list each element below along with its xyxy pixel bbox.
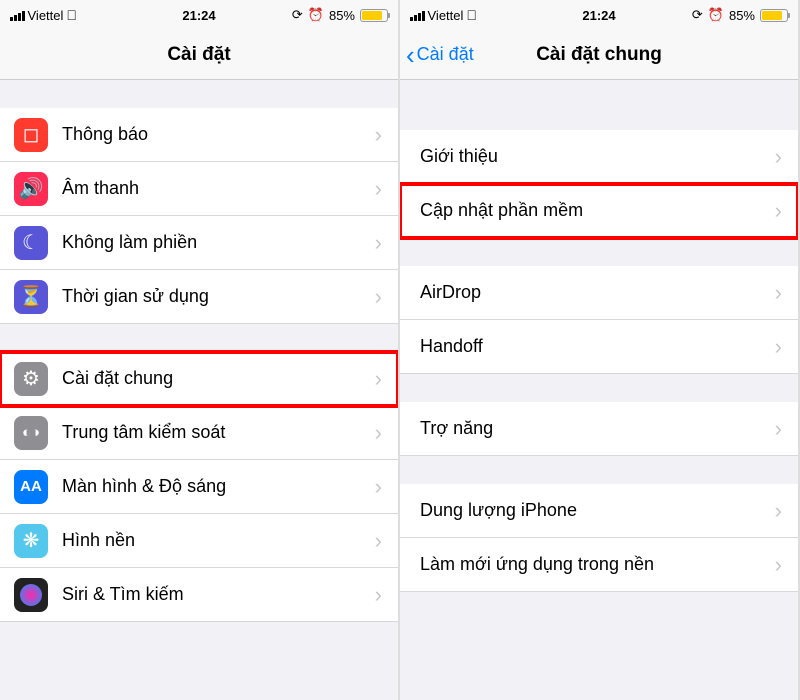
orientation-lock-icon: ⟳ xyxy=(292,7,303,23)
text-size-icon: AA xyxy=(14,470,48,504)
chevron-right-icon: › xyxy=(375,528,382,554)
chevron-right-icon: › xyxy=(775,144,782,170)
battery-percent: 85% xyxy=(729,8,755,23)
nav-header: Cài đặt xyxy=(0,30,398,80)
row-label: Trợ năng xyxy=(420,418,775,439)
row-general[interactable]: ⚙︎ Cài đặt chung › xyxy=(0,352,398,406)
chevron-right-icon: › xyxy=(775,198,782,224)
row-label: Thời gian sử dụng xyxy=(62,286,375,307)
row-label: Hình nền xyxy=(62,530,375,551)
row-handoff[interactable]: Handoff › xyxy=(400,320,798,374)
row-accessibility[interactable]: Trợ năng › xyxy=(400,402,798,456)
back-label: Cài đặt xyxy=(417,44,474,65)
hourglass-icon: ⏳ xyxy=(14,280,48,314)
sound-icon: 🔊 xyxy=(14,172,48,206)
chevron-right-icon: › xyxy=(775,552,782,578)
row-screentime[interactable]: ⏳ Thời gian sử dụng › xyxy=(0,270,398,324)
row-label: Siri & Tìm kiếm xyxy=(62,584,375,605)
row-label: Thông báo xyxy=(62,124,375,145)
chevron-right-icon: › xyxy=(375,284,382,310)
carrier-label: Viettel xyxy=(428,8,464,23)
chevron-right-icon: › xyxy=(375,582,382,608)
row-label: Cập nhật phần mềm xyxy=(420,200,775,221)
clock: 21:24 xyxy=(582,8,615,23)
row-label: Trung tâm kiểm soát xyxy=(62,422,375,443)
battery-icon xyxy=(360,9,388,22)
chevron-right-icon: › xyxy=(375,366,382,392)
alarm-icon: ⏰ xyxy=(708,7,724,23)
status-bar: Viettel 􀙇 21:24 ⟳ ⏰ 85% xyxy=(400,0,798,30)
battery-icon xyxy=(760,9,788,22)
row-airdrop[interactable]: AirDrop › xyxy=(400,266,798,320)
nav-header: ‹ Cài đặt Cài đặt chung xyxy=(400,30,798,80)
row-wallpaper[interactable]: ❋ Hình nền › xyxy=(0,514,398,568)
row-software-update[interactable]: Cập nhật phần mềm › xyxy=(400,184,798,238)
chevron-right-icon: › xyxy=(375,230,382,256)
chevron-right-icon: › xyxy=(775,280,782,306)
left-screenshot: Viettel 􀙇 21:24 ⟳ ⏰ 85% Cài đặt ◻︎ Thông… xyxy=(0,0,400,700)
battery-percent: 85% xyxy=(329,8,355,23)
row-label: Handoff xyxy=(420,336,775,357)
alarm-icon: ⏰ xyxy=(308,7,324,23)
row-about[interactable]: Giới thiệu › xyxy=(400,130,798,184)
row-dnd[interactable]: ☾ Không làm phiền › xyxy=(0,216,398,270)
signal-icon xyxy=(10,9,25,21)
page-title: Cài đặt chung xyxy=(536,44,662,66)
row-label: AirDrop xyxy=(420,282,775,303)
back-button[interactable]: ‹ Cài đặt xyxy=(406,30,474,79)
chevron-left-icon: ‹ xyxy=(406,42,415,68)
moon-icon: ☾ xyxy=(14,226,48,260)
row-display[interactable]: AA Màn hình & Độ sáng › xyxy=(0,460,398,514)
row-label: Màn hình & Độ sáng xyxy=(62,476,375,497)
chevron-right-icon: › xyxy=(375,122,382,148)
status-bar: Viettel 􀙇 21:24 ⟳ ⏰ 85% xyxy=(0,0,398,30)
page-title: Cài đặt xyxy=(167,44,230,66)
row-label: Dung lượng iPhone xyxy=(420,500,775,521)
row-control-center[interactable]: ◐◑ Trung tâm kiểm soát › xyxy=(0,406,398,460)
chevron-right-icon: › xyxy=(775,498,782,524)
chevron-right-icon: › xyxy=(375,474,382,500)
row-label: Giới thiệu xyxy=(420,146,775,167)
right-screenshot: Viettel 􀙇 21:24 ⟳ ⏰ 85% ‹ Cài đặt Cài đặ… xyxy=(400,0,800,700)
signal-icon xyxy=(410,9,425,21)
row-notifications[interactable]: ◻︎ Thông báo › xyxy=(0,108,398,162)
flower-icon: ❋ xyxy=(14,524,48,558)
row-siri[interactable]: Siri & Tìm kiếm › xyxy=(0,568,398,622)
chevron-right-icon: › xyxy=(775,416,782,442)
siri-icon xyxy=(14,578,48,612)
wifi-icon: 􀙇 xyxy=(466,7,477,23)
row-label: Không làm phiền xyxy=(62,232,375,253)
row-label: Âm thanh xyxy=(62,178,375,199)
notification-icon: ◻︎ xyxy=(14,118,48,152)
row-label: Làm mới ứng dụng trong nền xyxy=(420,554,775,575)
row-sounds[interactable]: 🔊 Âm thanh › xyxy=(0,162,398,216)
row-storage[interactable]: Dung lượng iPhone › xyxy=(400,484,798,538)
orientation-lock-icon: ⟳ xyxy=(692,7,703,23)
chevron-right-icon: › xyxy=(375,176,382,202)
chevron-right-icon: › xyxy=(775,334,782,360)
wifi-icon: 􀙇 xyxy=(66,7,77,23)
toggles-icon: ◐◑ xyxy=(14,416,48,450)
clock: 21:24 xyxy=(182,8,215,23)
chevron-right-icon: › xyxy=(375,420,382,446)
row-bg-refresh[interactable]: Làm mới ứng dụng trong nền › xyxy=(400,538,798,592)
gear-icon: ⚙︎ xyxy=(14,362,48,396)
carrier-label: Viettel xyxy=(28,8,64,23)
row-label: Cài đặt chung xyxy=(62,368,375,389)
